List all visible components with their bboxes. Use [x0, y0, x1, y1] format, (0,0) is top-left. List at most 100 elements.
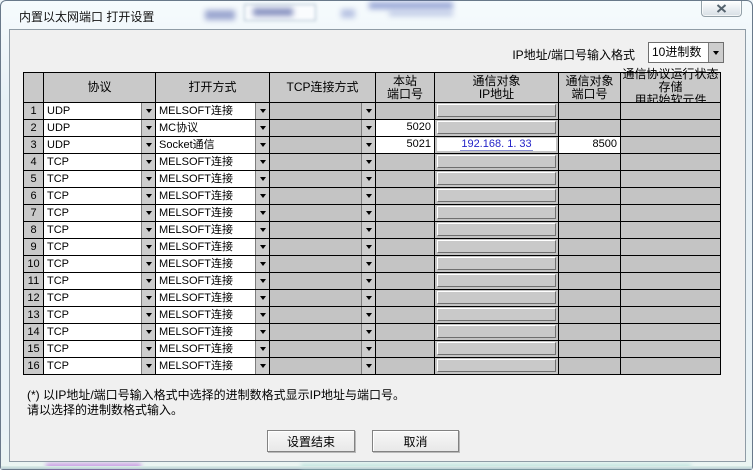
- chevron-down-icon[interactable]: [141, 222, 155, 238]
- chevron-down-icon[interactable]: [255, 222, 269, 238]
- tcp-mode-dropdown[interactable]: [270, 222, 376, 239]
- host-port-cell[interactable]: 5020: [376, 120, 435, 137]
- target-ip-cell[interactable]: [435, 239, 559, 256]
- chevron-down-icon[interactable]: [141, 307, 155, 323]
- tcp-mode-dropdown[interactable]: [270, 358, 376, 375]
- protocol-dropdown[interactable]: TCP: [44, 239, 156, 256]
- target-port-cell[interactable]: [559, 358, 621, 375]
- protocol-dropdown[interactable]: UDP: [44, 120, 156, 137]
- tcp-mode-dropdown[interactable]: [270, 120, 376, 137]
- host-port-cell[interactable]: [376, 171, 435, 188]
- target-ip-field[interactable]: [437, 206, 556, 219]
- target-ip-field[interactable]: [437, 325, 556, 338]
- chevron-down-icon[interactable]: [141, 120, 155, 136]
- protocol-dropdown[interactable]: TCP: [44, 324, 156, 341]
- chevron-down-icon[interactable]: [141, 324, 155, 340]
- open-method-dropdown[interactable]: MELSOFT连接: [156, 222, 270, 239]
- target-port-cell[interactable]: [559, 205, 621, 222]
- tcp-mode-dropdown[interactable]: [270, 273, 376, 290]
- protocol-dropdown[interactable]: TCP: [44, 171, 156, 188]
- host-port-cell[interactable]: [376, 273, 435, 290]
- chevron-down-icon[interactable]: [361, 137, 375, 153]
- chevron-down-icon[interactable]: [361, 103, 375, 119]
- open-method-dropdown[interactable]: MELSOFT连接: [156, 358, 270, 375]
- chevron-down-icon[interactable]: [361, 341, 375, 357]
- protocol-dropdown[interactable]: TCP: [44, 222, 156, 239]
- protocol-dropdown[interactable]: TCP: [44, 358, 156, 375]
- open-method-dropdown[interactable]: MELSOFT连接: [156, 171, 270, 188]
- target-port-cell[interactable]: [559, 120, 621, 137]
- setting-end-button[interactable]: 设置结束: [267, 430, 355, 452]
- host-port-cell[interactable]: [376, 103, 435, 120]
- tcp-mode-dropdown[interactable]: [270, 239, 376, 256]
- target-ip-field[interactable]: [437, 223, 556, 236]
- cancel-button[interactable]: 取消: [372, 430, 459, 452]
- target-ip-cell[interactable]: [435, 171, 559, 188]
- host-port-cell[interactable]: [376, 222, 435, 239]
- protocol-dropdown[interactable]: TCP: [44, 188, 156, 205]
- target-ip-field[interactable]: [437, 291, 556, 304]
- chevron-down-icon[interactable]: [255, 137, 269, 153]
- open-method-dropdown[interactable]: MELSOFT连接: [156, 154, 270, 171]
- target-port-cell[interactable]: [559, 273, 621, 290]
- chevron-down-icon[interactable]: [255, 324, 269, 340]
- target-ip-cell[interactable]: [435, 256, 559, 273]
- open-method-dropdown[interactable]: MC协议: [156, 120, 270, 137]
- open-method-dropdown[interactable]: MELSOFT连接: [156, 307, 270, 324]
- target-ip-cell[interactable]: [435, 154, 559, 171]
- chevron-down-icon[interactable]: [255, 120, 269, 136]
- target-port-cell[interactable]: [559, 307, 621, 324]
- target-ip-field[interactable]: [437, 172, 556, 185]
- target-ip-field[interactable]: [437, 342, 556, 355]
- host-port-cell[interactable]: [376, 256, 435, 273]
- chevron-down-icon[interactable]: [361, 120, 375, 136]
- chevron-down-icon[interactable]: [361, 273, 375, 289]
- target-ip-field[interactable]: [437, 359, 556, 372]
- tcp-mode-dropdown[interactable]: [270, 154, 376, 171]
- chevron-down-icon[interactable]: [141, 273, 155, 289]
- chevron-down-icon[interactable]: [708, 43, 723, 62]
- open-method-dropdown[interactable]: MELSOFT连接: [156, 205, 270, 222]
- tcp-mode-dropdown[interactable]: [270, 188, 376, 205]
- chevron-down-icon[interactable]: [361, 307, 375, 323]
- chevron-down-icon[interactable]: [255, 256, 269, 272]
- open-method-dropdown[interactable]: MELSOFT连接: [156, 341, 270, 358]
- target-ip-cell[interactable]: [435, 120, 559, 137]
- target-port-cell[interactable]: [559, 324, 621, 341]
- chevron-down-icon[interactable]: [361, 256, 375, 272]
- target-ip-cell[interactable]: [435, 307, 559, 324]
- chevron-down-icon[interactable]: [141, 256, 155, 272]
- host-port-cell[interactable]: [376, 154, 435, 171]
- tcp-mode-dropdown[interactable]: [270, 103, 376, 120]
- target-ip-cell[interactable]: [435, 341, 559, 358]
- host-port-cell[interactable]: [376, 239, 435, 256]
- target-port-cell[interactable]: 8500: [559, 137, 621, 154]
- host-port-cell[interactable]: [376, 358, 435, 375]
- chevron-down-icon[interactable]: [141, 171, 155, 187]
- protocol-dropdown[interactable]: UDP: [44, 103, 156, 120]
- protocol-dropdown[interactable]: TCP: [44, 341, 156, 358]
- target-port-cell[interactable]: [559, 188, 621, 205]
- input-format-dropdown[interactable]: 10进制数: [648, 42, 724, 63]
- chevron-down-icon[interactable]: [255, 205, 269, 221]
- open-method-dropdown[interactable]: MELSOFT连接: [156, 290, 270, 307]
- protocol-dropdown[interactable]: TCP: [44, 290, 156, 307]
- protocol-dropdown[interactable]: TCP: [44, 205, 156, 222]
- chevron-down-icon[interactable]: [361, 358, 375, 374]
- chevron-down-icon[interactable]: [361, 188, 375, 204]
- chevron-down-icon[interactable]: [255, 290, 269, 306]
- chevron-down-icon[interactable]: [361, 222, 375, 238]
- target-port-cell[interactable]: [559, 239, 621, 256]
- target-ip-field[interactable]: [437, 155, 556, 168]
- target-ip-field[interactable]: [437, 189, 556, 202]
- target-port-cell[interactable]: [559, 256, 621, 273]
- chevron-down-icon[interactable]: [255, 171, 269, 187]
- tcp-mode-dropdown[interactable]: [270, 256, 376, 273]
- tcp-mode-dropdown[interactable]: [270, 137, 376, 154]
- target-ip-field[interactable]: [437, 308, 556, 321]
- target-ip-cell[interactable]: [435, 324, 559, 341]
- chevron-down-icon[interactable]: [255, 358, 269, 374]
- target-ip-cell[interactable]: [435, 290, 559, 307]
- chevron-down-icon[interactable]: [141, 205, 155, 221]
- chevron-down-icon[interactable]: [361, 205, 375, 221]
